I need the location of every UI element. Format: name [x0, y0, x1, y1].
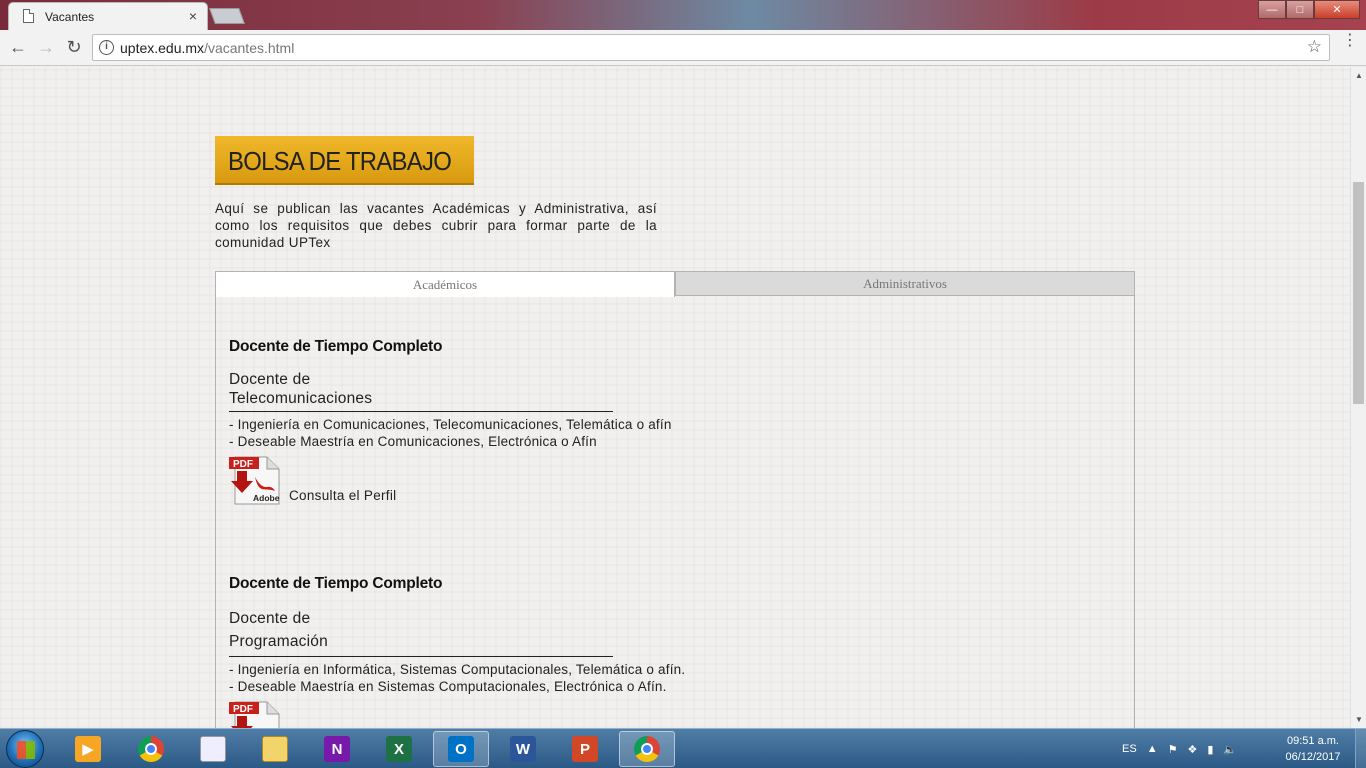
consulta-perfil-link[interactable]: Consulta el Perfil	[289, 488, 396, 503]
job-type: Docente de Tiempo Completo	[229, 575, 443, 592]
back-button[interactable]: ←	[8, 37, 28, 57]
close-window-button[interactable]: ✕	[1314, 0, 1360, 19]
requirement-item: - Deseable Maestría en Sistemas Computac…	[229, 679, 667, 694]
bolsa-de-trabajo-banner: BOLSA DE TRABAJO	[215, 136, 474, 185]
taskbar-onenote[interactable]: N	[309, 731, 365, 767]
start-button[interactable]	[6, 730, 44, 768]
powerpoint-icon: P	[572, 736, 598, 762]
taskbar-chrome-active[interactable]	[619, 731, 675, 767]
intro-paragraph: Aquí se publican las vacantes Académicas…	[215, 201, 657, 250]
minimize-button[interactable]: —	[1258, 0, 1286, 19]
tab-academicos[interactable]: Académicos	[215, 271, 675, 297]
chrome-icon	[138, 736, 164, 762]
pdf-label: PDF	[233, 704, 253, 715]
language-indicator[interactable]: ES	[1122, 743, 1137, 755]
folder-icon	[262, 736, 288, 762]
tab-administrativos[interactable]: Administrativos	[675, 271, 1135, 296]
taskbar-outlook[interactable]: O	[433, 731, 489, 767]
taskbar-media-player[interactable]: ▶	[60, 731, 116, 767]
onenote-icon: N	[324, 736, 350, 762]
adobe-label: Adobe	[253, 493, 280, 503]
scroll-up-icon[interactable]: ▲	[1355, 71, 1363, 80]
requirement-item: - Deseable Maestría en Comunicaciones, E…	[229, 434, 597, 449]
job-type: Docente de Tiempo Completo	[229, 338, 443, 355]
job-title: Docente de Telecomunicaciones	[229, 370, 613, 412]
outlook-icon: O	[448, 736, 474, 762]
page-icon	[23, 9, 34, 23]
new-tab-button[interactable]	[209, 8, 245, 24]
taskbar-file-explorer[interactable]	[247, 731, 303, 767]
job-listing: Docente de Tiempo Completo Docente de Pr…	[229, 575, 929, 728]
vacancy-tabs: Académicos Administrativos	[215, 271, 1135, 297]
dropbox-icon[interactable]: ❖	[1187, 743, 1197, 756]
page-viewport: BOLSA DE TRABAJO Aquí se publican las va…	[0, 67, 1350, 728]
reload-button[interactable]: ↻	[64, 37, 84, 57]
job-title-line: Programación	[229, 633, 328, 650]
action-center-flag-icon[interactable]: ⚑	[1168, 743, 1178, 756]
clock-time: 09:51 a.m.	[1287, 735, 1339, 747]
pdf-profile-row: PDF	[229, 700, 929, 728]
job-title-line: Docente de	[229, 610, 311, 627]
taskbar-notepad[interactable]	[185, 731, 241, 767]
excel-icon: X	[386, 736, 412, 762]
taskbar-chrome[interactable]	[123, 731, 179, 767]
academic-tab-panel: Docente de Tiempo Completo Docente de Te…	[215, 296, 1135, 728]
clock[interactable]: 09:51 a.m. 06/12/2017	[1278, 733, 1348, 765]
job-title-line: Docente de	[229, 371, 311, 388]
pdf-icon[interactable]: PDF Adobe	[229, 455, 280, 505]
volume-icon[interactable]: 🔈	[1223, 743, 1237, 756]
windows-taskbar: ▶ N X O W P ES ▲ ⚑ ❖ ▮ 🔈 09:51 a.m. 06/1…	[0, 728, 1366, 768]
browser-tab[interactable]: Vacantes ×	[8, 2, 208, 30]
media-player-icon: ▶	[75, 736, 101, 762]
job-listing: Docente de Tiempo Completo Docente de Te…	[229, 338, 929, 507]
system-tray: ES ▲ ⚑ ❖ ▮ 🔈	[1122, 729, 1237, 768]
maximize-button[interactable]: □	[1286, 0, 1314, 19]
browser-toolbar: ← → ↻ i uptex.edu.mx/vacantes.html ☆ ⋮	[0, 30, 1366, 66]
requirement-item: - Ingeniería en Comunicaciones, Telecomu…	[229, 417, 672, 432]
tab-title: Vacantes	[45, 10, 95, 24]
clock-date: 06/12/2017	[1285, 751, 1341, 763]
banner-title: BOLSA DE TRABAJO	[228, 146, 452, 176]
requirement-item: - Ingeniería en Informática, Sistemas Co…	[229, 662, 686, 677]
url-domain: uptex.edu.mx	[120, 40, 205, 56]
address-bar[interactable]: i uptex.edu.mx/vacantes.html ☆	[92, 34, 1330, 61]
window-controls: — □ ✕	[1258, 0, 1360, 19]
job-title-line: Telecomunicaciones	[229, 390, 373, 407]
show-desktop-button[interactable]	[1355, 729, 1366, 768]
close-icon[interactable]: ×	[189, 8, 197, 24]
chrome-icon	[634, 736, 660, 762]
info-icon[interactable]: i	[99, 40, 114, 55]
chrome-menu-icon[interactable]: ⋮	[1342, 33, 1358, 49]
word-icon: W	[510, 736, 536, 762]
taskbar-word[interactable]: W	[495, 731, 551, 767]
pdf-label: PDF	[233, 459, 253, 470]
url-text[interactable]: uptex.edu.mx/vacantes.html	[120, 40, 294, 56]
forward-button[interactable]: →	[36, 37, 56, 57]
pdf-icon[interactable]: PDF	[229, 700, 280, 728]
vertical-scrollbar[interactable]: ▲ ▼	[1350, 67, 1366, 728]
pdf-profile-row: PDF Adobe Consulta el Perfil	[229, 455, 929, 507]
scroll-thumb[interactable]	[1353, 182, 1364, 404]
windows-logo-icon	[17, 741, 35, 759]
show-hidden-icons-icon[interactable]: ▲	[1147, 743, 1158, 755]
bookmark-star-icon[interactable]: ☆	[1307, 37, 1322, 57]
url-path: /vacantes.html	[204, 40, 295, 56]
job-title: Docente de Programación	[229, 607, 613, 657]
notepad-icon	[200, 736, 226, 762]
scroll-down-icon[interactable]: ▼	[1355, 715, 1363, 724]
window-titlebar: Vacantes × — □ ✕	[0, 0, 1366, 30]
network-signal-icon[interactable]: ▮	[1207, 743, 1213, 756]
taskbar-powerpoint[interactable]: P	[557, 731, 613, 767]
taskbar-excel[interactable]: X	[371, 731, 427, 767]
